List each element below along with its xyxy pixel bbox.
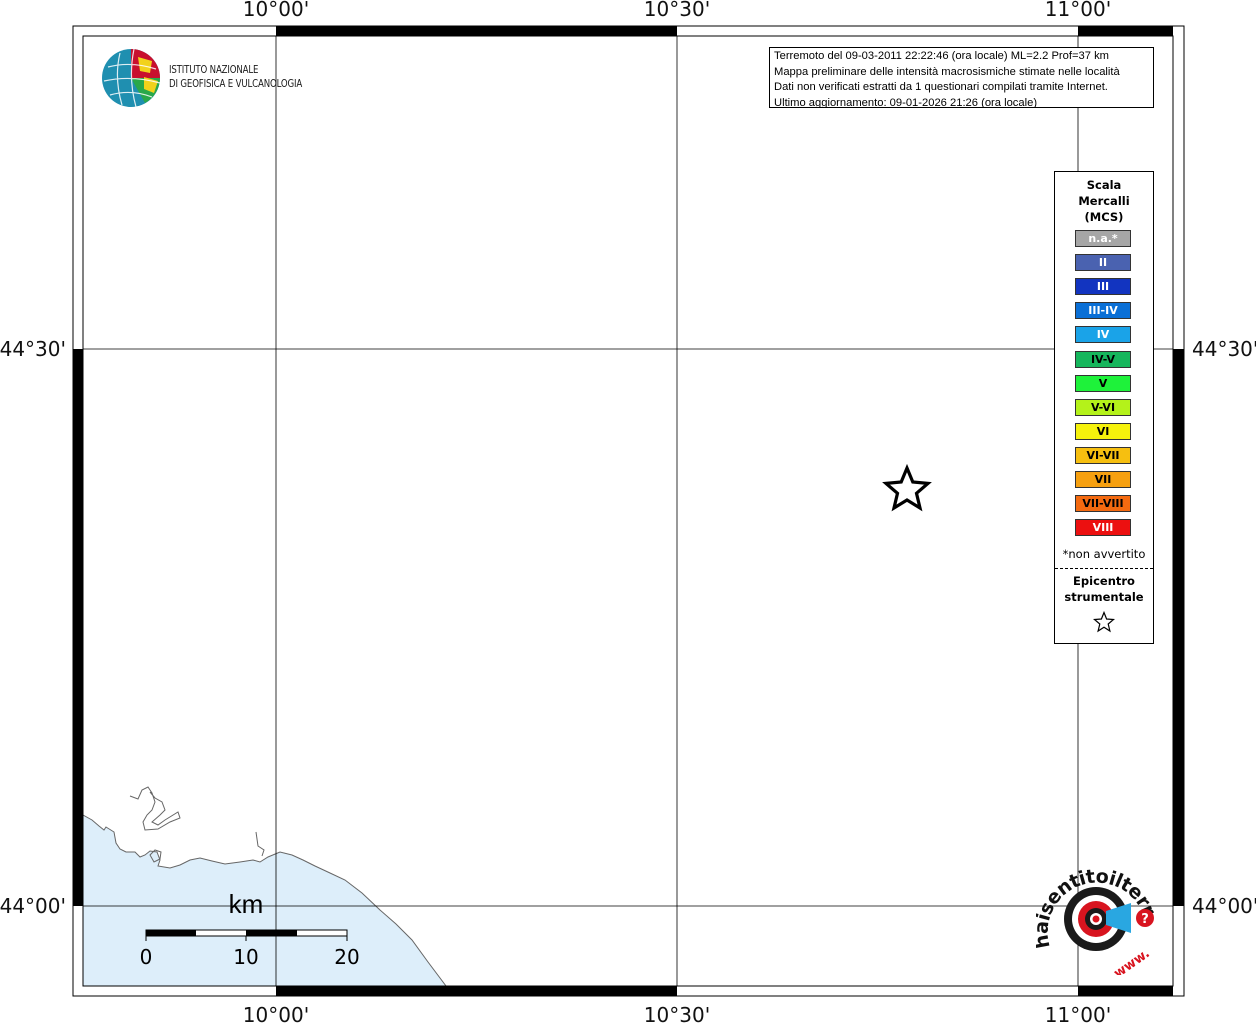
scale-label-0: 0	[140, 945, 153, 969]
ingv-name-line1: ISTITUTO NAZIONALE	[169, 64, 259, 76]
frame-bar-bottom	[276, 986, 677, 996]
hsit-target-icon: haisentitoilterremoto.it ? www.	[1026, 838, 1160, 982]
epicentre-star-icon[interactable]	[882, 463, 932, 512]
hsit-logo[interactable]: haisentitoilterremoto.it ? www.	[1026, 838, 1160, 982]
legend-item: VI-VII	[1075, 446, 1131, 464]
legend-star-icon	[1092, 610, 1116, 633]
svg-text:?: ?	[1141, 912, 1149, 927]
left-label-1: 44°30'	[0, 337, 66, 361]
legend-epicentre-line2: strumentale	[1064, 590, 1144, 604]
info-line-1: Terremoto del 09-03-2011 22:22:46 (ora l…	[774, 50, 1109, 62]
bottom-label-2: 10°30'	[644, 1003, 710, 1024]
legend-title-line2: Mercalli	[1078, 194, 1130, 208]
info-line-2: Mappa preliminare delle intensità macros…	[774, 65, 1120, 78]
frame-bar-right-upper	[1173, 349, 1184, 906]
coast-island	[129, 786, 181, 831]
legend-item: VII	[1075, 471, 1131, 488]
mcs-legend: Scala Mercalli (MCS) n.a.* II III III-IV IV I…	[1054, 171, 1154, 644]
ingv-logo[interactable]: ISTITUTO NAZIONALE DI GEOFISICA E VULCAN…	[100, 47, 340, 111]
scale-label-20: 20	[334, 945, 359, 969]
legend-item: VII-VIII	[1075, 495, 1131, 513]
legend-note: *non avvertito	[1062, 547, 1146, 561]
coast-port	[149, 831, 265, 863]
legend-epicentre-label: Epicentro strumentale	[1055, 573, 1153, 605]
legend-title-line1: Scala	[1086, 178, 1122, 192]
legend-title-line3: (MCS)	[1084, 210, 1124, 224]
info-line-4: Ultimo aggiornamento: 09-01-2026 21:26 (…	[774, 96, 1038, 108]
top-label-3: 11°00'	[1045, 0, 1111, 21]
legend-item: n.a.*	[1075, 230, 1131, 247]
legend-epicentre-line1: Epicentro	[1073, 574, 1135, 588]
ingv-name: ISTITUTO NAZIONALE DI GEOFISICA E VULCAN…	[169, 63, 302, 91]
earthquake-info-box: Terremoto del 09-03-2011 22:22:46 (ora l…	[769, 47, 1154, 108]
legend-item: V	[1075, 374, 1131, 392]
bottom-label-3: 11°00'	[1045, 1003, 1111, 1024]
legend-item: III-IV	[1075, 302, 1131, 320]
legend-item: VI	[1075, 422, 1131, 440]
frame-bar-left	[73, 349, 83, 906]
frame-bar-bottom-right	[1078, 986, 1173, 996]
legend-item: IV-V	[1075, 350, 1131, 368]
right-label-2: 44°00'	[1192, 894, 1256, 918]
legend-item: II	[1075, 254, 1131, 272]
legend-item: III	[1075, 278, 1131, 296]
legend-item: V-VI	[1075, 398, 1131, 416]
hsit-www-text: www.	[1111, 946, 1152, 975]
right-label-1: 44°30'	[1192, 337, 1256, 361]
scale-label-10: 10	[233, 945, 258, 969]
map-frame-inner	[82, 35, 1174, 987]
ingv-globe-icon	[102, 48, 161, 108]
left-label-2: 44°00'	[0, 894, 66, 918]
frame-bar-top	[276, 26, 677, 36]
map-frame-outer	[72, 25, 1185, 997]
scale-unit: km	[229, 889, 264, 919]
sea-area	[82, 814, 447, 987]
legend-separator	[1055, 568, 1153, 569]
legend-item: VIII	[1075, 519, 1131, 537]
frame-bar-top-right	[1078, 26, 1173, 36]
info-line-3: Dati non verificati estratti da 1 questi…	[774, 81, 1108, 93]
legend-item: IV	[1075, 326, 1131, 344]
legend-title: Scala Mercalli (MCS)	[1055, 177, 1153, 225]
bottom-label-1: 10°00'	[243, 1003, 309, 1024]
ingv-name-line2: DI GEOFISICA E VULCANOLOGIA	[169, 78, 303, 90]
top-label-1: 10°00'	[243, 0, 309, 21]
top-label-2: 10°30'	[644, 0, 710, 21]
